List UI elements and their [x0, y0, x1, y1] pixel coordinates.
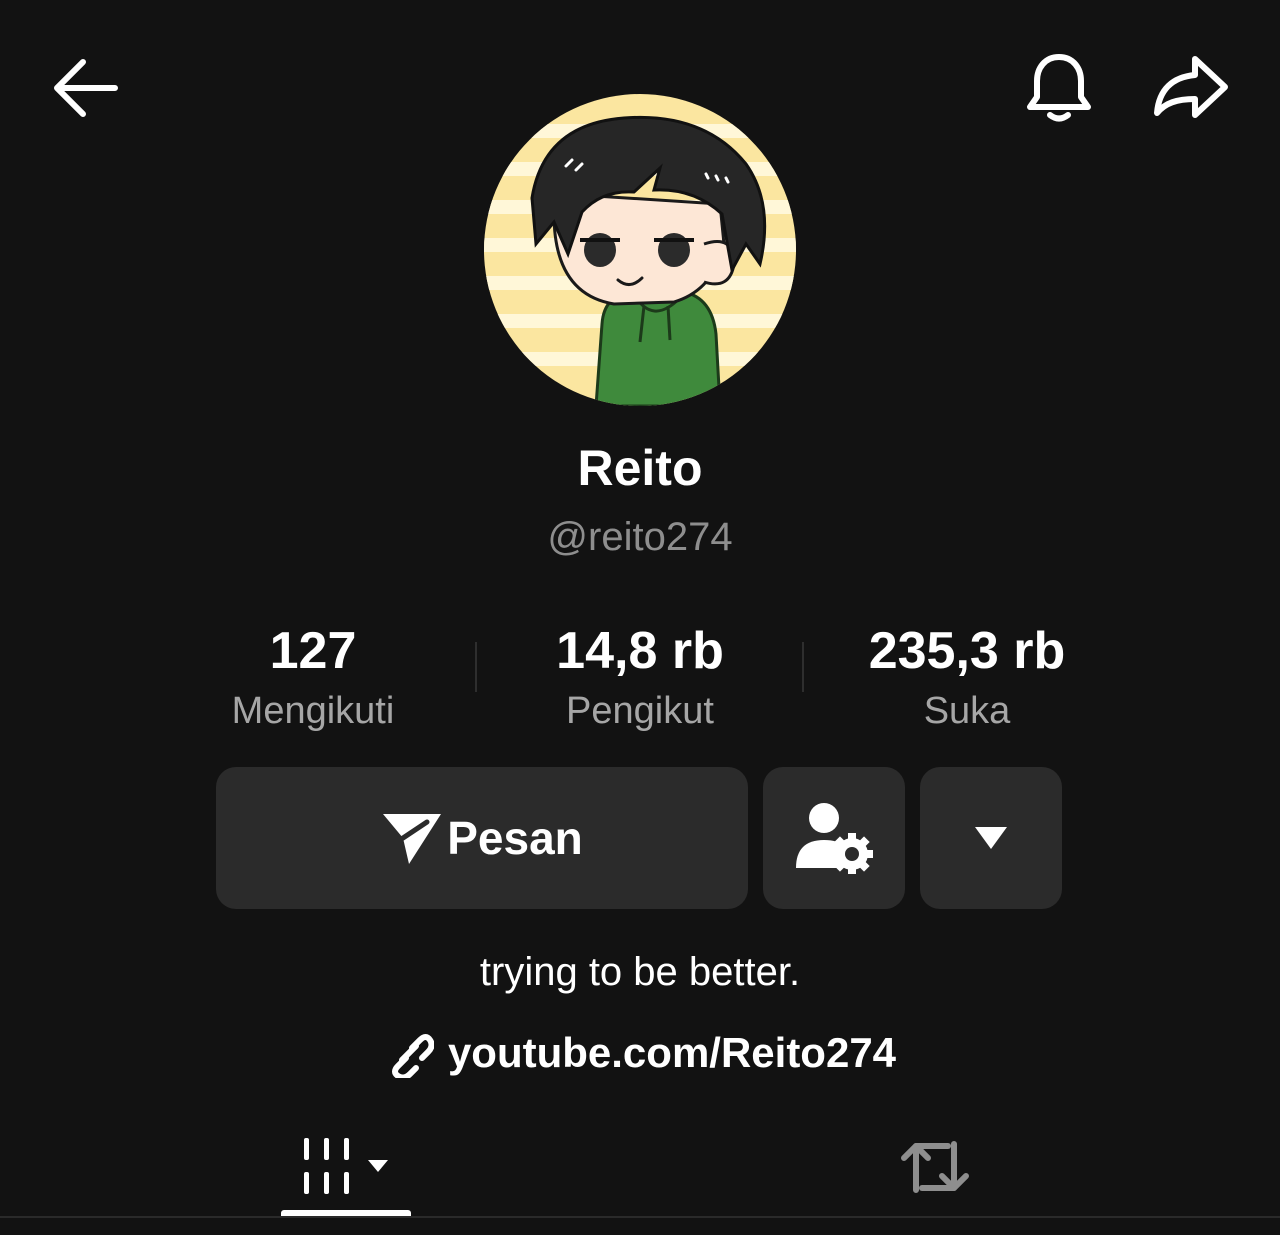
- stat-likes[interactable]: 235,3 rb Suka: [817, 620, 1117, 736]
- repost-icon: [901, 1141, 969, 1193]
- profile-username: @reito274: [547, 515, 733, 559]
- stat-following[interactable]: 127 Mengikuti: [163, 620, 463, 736]
- profile-display-name: Reito: [577, 440, 703, 496]
- stat-followers-value: 14,8 rb: [556, 622, 724, 680]
- notification-bell-button[interactable]: [1020, 48, 1098, 128]
- tab-reposts[interactable]: [870, 1112, 1000, 1222]
- arrow-left-icon: [54, 59, 118, 117]
- stat-following-value: 127: [269, 622, 357, 680]
- profile-link-text: youtube.com/Reito274: [447, 1029, 897, 1076]
- friend-settings-button[interactable]: [763, 767, 905, 909]
- stat-divider: [475, 642, 477, 692]
- share-button[interactable]: [1145, 48, 1235, 128]
- link-icon: [391, 1034, 434, 1078]
- tab-videos[interactable]: [280, 1112, 412, 1222]
- stat-divider: [802, 642, 804, 692]
- back-button[interactable]: [40, 50, 130, 122]
- share-arrow-icon: [1154, 56, 1228, 118]
- stat-followers-label: Pengikut: [566, 690, 714, 732]
- stat-likes-value: 235,3 rb: [868, 622, 1066, 680]
- stat-followers[interactable]: 14,8 rb Pengikut: [490, 620, 790, 736]
- tab-bar-divider: [0, 1216, 1280, 1218]
- message-button[interactable]: Pesan: [216, 767, 748, 909]
- user-gear-icon: [796, 803, 873, 874]
- anime-boy-avatar-icon: [484, 94, 796, 406]
- send-paper-plane-icon: [383, 814, 442, 864]
- profile-bio: trying to be better.: [479, 950, 801, 994]
- stat-following-label: Mengikuti: [231, 690, 395, 732]
- more-options-button[interactable]: [920, 767, 1062, 909]
- profile-avatar[interactable]: [484, 94, 796, 406]
- caret-down-icon: [975, 827, 1007, 849]
- stat-likes-label: Suka: [923, 690, 1011, 732]
- message-button-label: Pesan: [447, 812, 583, 864]
- profile-link[interactable]: youtube.com/Reito274: [0, 1026, 1280, 1080]
- grid-bars-icon: [304, 1138, 388, 1194]
- bell-icon: [1027, 54, 1091, 122]
